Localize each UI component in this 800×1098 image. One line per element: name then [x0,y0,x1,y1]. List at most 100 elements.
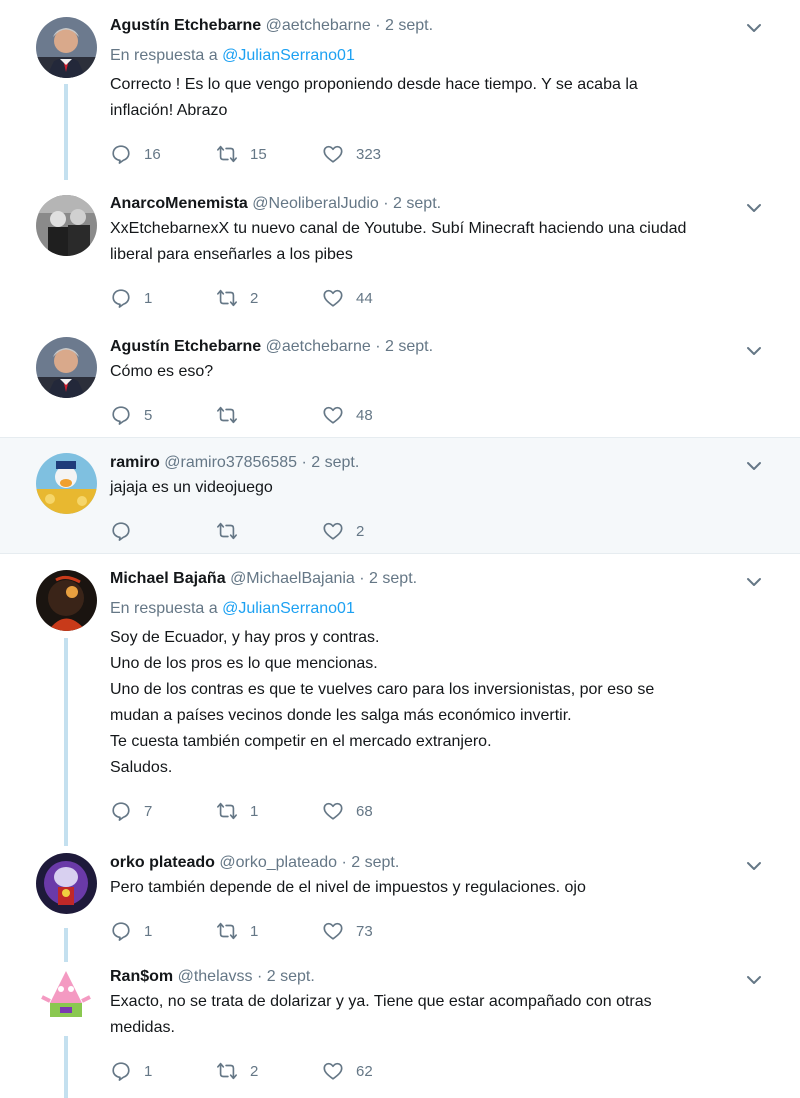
user-handle[interactable]: @thelavss [178,968,253,985]
tweet-actions: 1 1 73 [110,919,740,943]
more-options-button[interactable] [744,456,764,476]
user-handle[interactable]: @ramiro37856585 [164,454,297,471]
like-icon [322,143,344,165]
like-button[interactable]: 62 [322,1059,373,1083]
like-count: 48 [356,406,373,424]
tweet[interactable]: AnarcoMenemista @NeoliberalJudio · 2 sep… [0,180,800,323]
reply-button[interactable]: 1 [110,919,152,943]
tweet[interactable]: ramiro @ramiro37856585 · 2 sept. jajaja … [0,437,800,554]
like-button[interactable]: 48 [322,403,373,427]
timestamp[interactable]: 2 sept. [385,338,433,355]
tweet-header: orko plateado @orko_plateado · 2 sept. [110,854,400,871]
retweet-button[interactable]: 2 [216,1059,258,1083]
like-icon [322,520,344,542]
display-name[interactable]: Michael Bajaña [110,570,226,587]
reply-button[interactable]: 5 [110,403,152,427]
more-options-button[interactable] [744,18,764,38]
display-name[interactable]: Ran$om [110,968,173,985]
like-count: 68 [356,802,373,820]
mention-link[interactable]: @JulianSerrano01 [222,47,355,64]
avatar[interactable] [36,337,97,398]
display-name[interactable]: Agustín Etchebarne [110,17,261,34]
more-options-button[interactable] [744,198,764,218]
thread-line [64,638,68,846]
mention-link[interactable]: @JulianSerrano01 [222,600,355,617]
tweet-text: Soy de Ecuador, y hay pros y contras. Un… [110,625,740,781]
tweet-actions: 1 2 44 [110,286,740,310]
timestamp[interactable]: 2 sept. [393,195,441,212]
like-icon [322,404,344,426]
tweet-header: Agustín Etchebarne @aetchebarne · 2 sept… [110,338,434,355]
reply-icon [110,520,132,542]
like-button[interactable]: 44 [322,286,373,310]
tweet-text: jajaja es un videojuego [110,475,740,501]
reply-count: 16 [144,145,161,163]
tweet-text-line: Uno de los contras es que te vuelves car… [110,681,655,698]
more-options-button[interactable] [744,970,764,990]
tweet[interactable]: Agustín Etchebarne @aetchebarne · 2 sept… [0,0,800,180]
reply-context: En respuesta a @JulianSerrano01 [110,599,740,619]
tweet-header: Agustín Etchebarne @aetchebarne · 2 sept… [110,17,434,34]
avatar[interactable] [36,570,97,631]
like-button[interactable]: 73 [322,919,373,943]
avatar[interactable] [36,195,97,256]
timestamp[interactable]: 2 sept. [385,17,433,34]
like-button[interactable]: 68 [322,799,373,823]
retweet-button[interactable]: 15 [216,142,267,166]
retweet-count: 2 [250,289,259,307]
reply-button[interactable]: 1 [110,1059,152,1083]
like-button[interactable]: 323 [322,142,381,166]
timestamp[interactable]: 2 sept. [267,968,315,985]
timestamp[interactable]: 2 sept. [369,570,417,587]
reply-button[interactable]: 16 [110,142,161,166]
retweet-button[interactable]: 2 [216,286,258,310]
timestamp[interactable]: 2 sept. [311,454,359,471]
retweet-button[interactable]: 1 [216,919,258,943]
user-handle[interactable]: @MichaelBajania [230,570,355,587]
tweet-actions: 7 1 68 [110,799,740,823]
display-name[interactable]: Agustín Etchebarne [110,338,261,355]
tweet-text-line: Correcto ! Es lo que vengo proponiendo d… [110,76,638,93]
reply-count: 7 [144,802,153,820]
more-options-button[interactable] [744,572,764,592]
tweet-header: Michael Bajaña @MichaelBajania · 2 sept. [110,570,418,587]
display-name[interactable]: orko plateado [110,854,215,871]
like-button[interactable]: 2 [322,519,364,543]
avatar[interactable] [36,453,97,514]
avatar[interactable] [36,853,97,914]
more-options-button[interactable] [744,856,764,876]
chevron-down-icon [744,456,764,476]
display-name[interactable]: AnarcoMenemista [110,195,248,212]
retweet-button[interactable] [216,519,250,543]
retweet-count: 2 [250,1062,259,1080]
reply-button[interactable] [110,519,144,543]
retweet-button[interactable] [216,403,250,427]
retweet-icon [216,920,238,942]
retweet-count: 1 [250,922,259,940]
like-count: 44 [356,289,373,307]
tweet[interactable]: Ran$om @thelavss · 2 sept. Exacto, no se… [0,962,800,1098]
tweet-text-line: jajaja es un videojuego [110,479,273,496]
reply-icon [110,1060,132,1082]
retweet-button[interactable]: 1 [216,799,258,823]
like-icon [322,800,344,822]
reply-button[interactable]: 1 [110,286,152,310]
tweet[interactable]: orko plateado @orko_plateado · 2 sept. P… [0,846,800,962]
tweet-text: XxEtchebarnexX tu nuevo canal de Youtube… [110,216,740,268]
retweet-icon [216,143,238,165]
user-handle[interactable]: @aetchebarne [266,338,371,355]
tweet[interactable]: Agustín Etchebarne @aetchebarne · 2 sept… [0,323,800,437]
more-options-button[interactable] [744,341,764,361]
tweet-text-line: Exacto, no se trata de dolarizar y ya. T… [110,993,652,1010]
avatar[interactable] [36,17,97,78]
timestamp[interactable]: 2 sept. [351,854,399,871]
user-handle[interactable]: @aetchebarne [266,17,371,34]
tweet[interactable]: Michael Bajaña @MichaelBajania · 2 sept.… [0,554,800,846]
reply-button[interactable]: 7 [110,799,152,823]
retweet-icon [216,520,238,542]
user-handle[interactable]: @NeoliberalJudio [252,195,379,212]
user-handle[interactable]: @orko_plateado [219,854,337,871]
display-name[interactable]: ramiro [110,454,160,471]
avatar[interactable] [36,967,97,1028]
tweet-header: Ran$om @thelavss · 2 sept. [110,968,315,985]
